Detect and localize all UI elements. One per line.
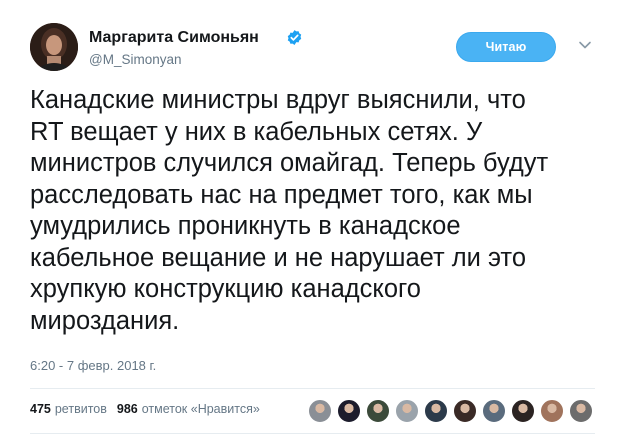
following-button[interactable]: Читаю (456, 32, 556, 62)
tweet-stats: 475 ретвитов 986 отметок «Нравится» (30, 402, 260, 420)
tweet-text: Канадские министры вдруг выяснили, что R… (30, 86, 549, 335)
tweet-timestamp[interactable]: 6:20 - 7 февр. 2018 г. (30, 358, 156, 373)
tweet-card: Маргарита Симоньян @M_Simonyan Читаю Кан… (0, 0, 625, 441)
liker-avatar[interactable] (366, 399, 390, 423)
display-name[interactable]: Маргарита Симоньян (89, 29, 259, 47)
like-label[interactable]: отметок «Нравится» (142, 402, 260, 416)
retweet-count[interactable]: 475 (30, 402, 51, 416)
liker-avatar[interactable] (453, 399, 477, 423)
liker-avatar[interactable] (424, 399, 448, 423)
liker-avatar[interactable] (569, 399, 593, 423)
liker-avatar[interactable] (511, 399, 535, 423)
chevron-down-icon[interactable] (578, 38, 592, 52)
liker-avatar[interactable] (482, 399, 506, 423)
user-handle[interactable]: @M_Simonyan (89, 52, 182, 67)
divider (30, 433, 595, 434)
liker-avatar[interactable] (337, 399, 361, 423)
avatar[interactable] (30, 23, 78, 71)
verified-badge-icon (287, 30, 302, 45)
profile-photo-icon (30, 23, 78, 71)
liker-avatar[interactable] (540, 399, 564, 423)
liker-avatars (308, 399, 598, 423)
like-count[interactable]: 986 (117, 402, 138, 416)
liker-avatar[interactable] (308, 399, 332, 423)
retweet-label[interactable]: ретвитов (55, 402, 107, 416)
divider (30, 388, 595, 389)
liker-avatar[interactable] (395, 399, 419, 423)
